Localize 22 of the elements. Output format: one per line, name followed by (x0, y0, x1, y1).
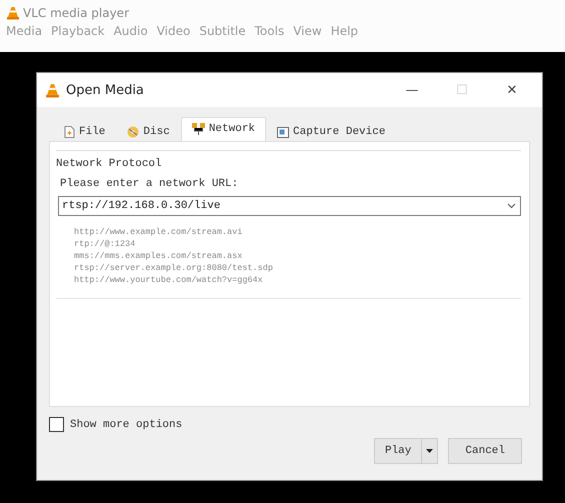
file-icon (64, 126, 75, 138)
url-label: Please enter a network URL: (60, 178, 240, 190)
url-combo-box[interactable]: rtsp://192.168.0.30/live (58, 196, 521, 216)
capture-icon (277, 126, 290, 138)
example-url: mms://mms.examples.com/stream.asx (74, 250, 244, 262)
show-more-checkbox[interactable]: Show more options (49, 417, 530, 432)
minimize-button[interactable]: — (390, 82, 434, 98)
close-button[interactable]: ✕ (490, 82, 534, 98)
tab[interactable]: Network (180, 117, 266, 141)
cancel-button[interactable]: Cancel (448, 438, 522, 464)
chevron-down-icon[interactable] (507, 203, 516, 209)
example-url: http://www.yourtube.com/watch?v=gg64x (74, 274, 264, 286)
disc-icon (127, 126, 140, 138)
window-title: VLC media player (23, 6, 130, 20)
example-url: rtp://@:1234 (74, 238, 136, 250)
network-icon (192, 123, 205, 135)
dialog-title: Open Media (66, 82, 145, 98)
example-url: rtsp://server.example.org:8080/test.sdp (74, 262, 274, 274)
cone-icon (45, 82, 60, 98)
cone-icon (6, 6, 20, 20)
example-url: http://www.example.com/stream.avi (74, 226, 244, 238)
caret-icon (426, 449, 434, 453)
